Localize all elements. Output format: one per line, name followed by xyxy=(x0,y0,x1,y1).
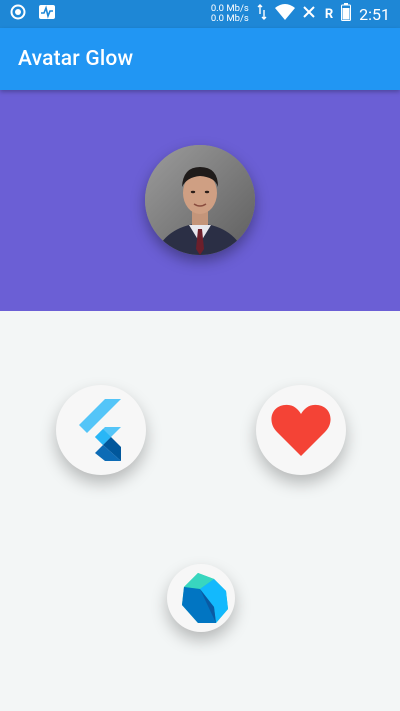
heart-button[interactable] xyxy=(256,385,346,475)
dart-logo-button[interactable] xyxy=(167,564,235,632)
wifi-icon xyxy=(274,4,295,24)
battery-icon xyxy=(341,3,352,25)
net-speed-down: 0.0 Mb/s xyxy=(210,13,249,24)
flutter-logo-button[interactable] xyxy=(56,385,146,475)
record-icon xyxy=(10,4,26,24)
no-signal-icon xyxy=(303,4,317,24)
avatar-photo xyxy=(145,145,255,255)
dart-logo-icon xyxy=(182,573,228,623)
roaming-indicator: R xyxy=(324,6,334,22)
data-arrows-icon xyxy=(257,4,267,24)
activity-icon xyxy=(38,4,56,24)
avatar[interactable] xyxy=(145,145,255,255)
flutter-logo-icon xyxy=(79,399,121,461)
clock: 2:51 xyxy=(359,4,390,24)
heart-icon xyxy=(271,404,331,456)
network-speed: 0.0 Mb/s 0.0 Mb/s xyxy=(211,4,249,24)
app-title: Avatar Glow xyxy=(18,47,134,71)
header-panel xyxy=(0,90,400,311)
app-bar: Avatar Glow xyxy=(0,28,400,90)
status-bar: 0.0 Mb/s 0.0 Mb/s R 2:51 xyxy=(0,0,400,28)
